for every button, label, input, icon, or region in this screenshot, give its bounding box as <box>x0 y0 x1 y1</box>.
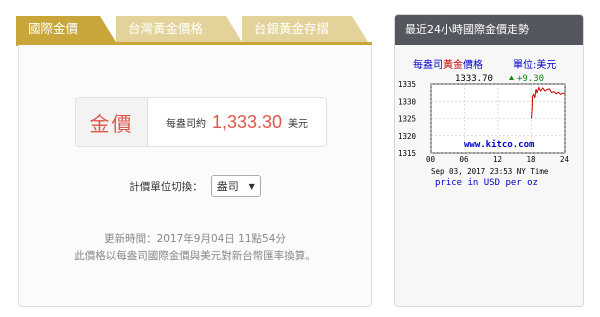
up-arrow-icon <box>509 75 514 80</box>
gold-price-panel: 金價 每盎司約 1,333.30 美元 計價單位切換： 盎司 ▼ 更新時間：20… <box>18 45 372 307</box>
chart-header-b: 黃金 <box>443 58 463 71</box>
x-tick-label: 12 <box>493 155 502 164</box>
y-tick-label: 1315 <box>398 149 416 158</box>
update-time: 更新時間：2017年9月04日 11點54分 <box>104 233 286 245</box>
chart-website: www.kitco.com <box>464 139 535 150</box>
tab-taiwan-gold[interactable]: 台灣黃金價格 <box>116 16 242 42</box>
tab-label: 台灣黃金價格 <box>128 21 204 36</box>
chart-y-ticks: 1315 1320 1325 1330 1335 <box>398 80 417 158</box>
unit-select[interactable]: 盎司 ▼ <box>210 175 261 197</box>
price-value: 1,333.30 <box>211 111 283 132</box>
unit-switch-row: 計價單位切換： 盎司 ▼ <box>19 175 371 197</box>
unit-select-value: 盎司 <box>216 180 239 193</box>
tab-label: 國際金價 <box>28 21 79 36</box>
chart-timestamp: Sep 03, 2017 23:53 NY Time <box>431 167 549 176</box>
y-tick-label: 1325 <box>398 115 416 124</box>
trend-panel-title: 最近24小時國際金價走勢 <box>395 15 583 45</box>
price-label: 金價 <box>76 98 148 146</box>
x-tick-label: 24 <box>560 155 570 164</box>
per-unit-label: 每盎司約 <box>165 118 206 130</box>
y-tick-label: 1320 <box>398 132 417 141</box>
tab-international-gold[interactable]: 國際金價 <box>16 16 116 42</box>
chart-header-left: 每盎司黃金價格 <box>413 58 483 71</box>
tab-label: 台銀黃金存摺 <box>254 21 330 36</box>
tab-bot-gold-passbook[interactable]: 台銀黃金存摺 <box>242 16 368 42</box>
chart-current-value: 1333.70 <box>455 74 493 84</box>
chart-change-value: +9.30 <box>517 74 544 84</box>
y-tick-label: 1335 <box>398 80 416 89</box>
price-line: 每盎司約 1,333.30 美元 <box>148 98 326 146</box>
chart-header-a: 每盎司 <box>413 58 443 71</box>
chart-footer: price in USD per oz <box>435 178 538 188</box>
chevron-down-icon: ▼ <box>248 181 255 191</box>
price-box: 金價 每盎司約 1,333.30 美元 <box>75 97 327 147</box>
x-tick-label: 18 <box>527 155 537 164</box>
currency-label: 美元 <box>288 118 309 130</box>
gold-24h-chart: 每盎司黃金價格 單位:美元 1333.70 +9.30 1315 1320 1325… <box>398 58 570 188</box>
chart-unit-label: 單位:美元 <box>513 58 556 71</box>
conversion-note: 此價格以每盎司國際金價與美元對新台幣匯率換算。 <box>74 250 316 262</box>
chart-x-ticks: 00 06 12 18 24 <box>426 155 570 164</box>
chart-header-c: 價格 <box>463 58 483 71</box>
y-tick-label: 1330 <box>398 97 417 106</box>
unit-switch-label: 計價單位切換： <box>129 180 203 193</box>
x-tick-label: 00 <box>426 155 436 164</box>
x-tick-label: 06 <box>460 155 470 164</box>
trend-panel: 最近24小時國際金價走勢 每盎司黃金價格 單位:美元 1333.70 +9.30… <box>394 14 584 307</box>
price-tabs: 國際金價 台灣黃金價格 台銀黃金存摺 <box>16 16 376 46</box>
